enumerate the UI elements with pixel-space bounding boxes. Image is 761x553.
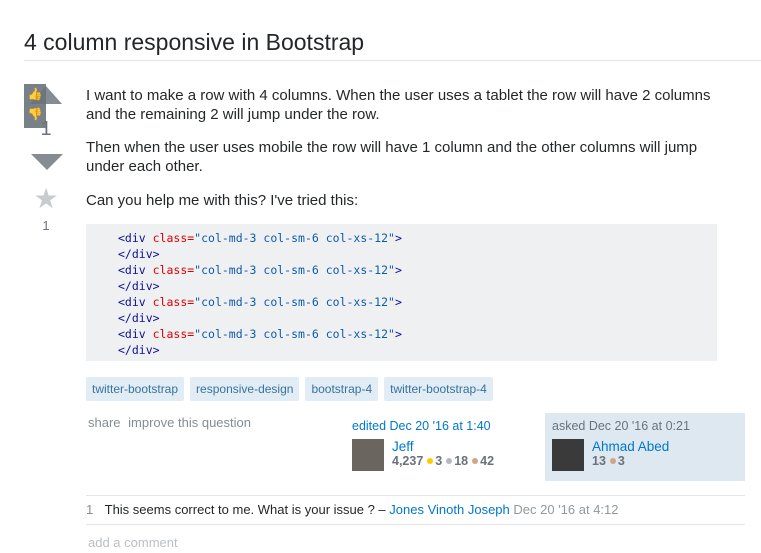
tag[interactable]: bootstrap-4	[305, 377, 379, 401]
code-line: </div>	[118, 279, 160, 293]
code-line: <div class="col-md-3 col-sm-6 col-xs-12"…	[118, 231, 402, 245]
code-line: <div class="col-md-3 col-sm-6 col-xs-12"…	[118, 327, 402, 341]
question-paragraph: Then when the user uses mobile the row w…	[86, 139, 698, 175]
code-block: <div class="col-md-3 col-sm-6 col-xs-12"…	[86, 224, 717, 361]
share-link[interactable]: share	[88, 415, 121, 430]
code-line: <div class="col-md-3 col-sm-6 col-xs-12"…	[118, 295, 402, 309]
owner-reputation: 13 3	[592, 454, 625, 468]
tag[interactable]: responsive-design	[190, 377, 300, 401]
tag[interactable]: twitter-bootstrap-4	[384, 377, 493, 401]
question-paragraph: Can you help me with this? I've tried th…	[86, 192, 359, 209]
gold-badge-icon	[427, 458, 434, 464]
favorite-star-icon[interactable]: ★	[24, 182, 68, 215]
downvote-button[interactable]	[31, 154, 63, 170]
comment-text: This seems correct to me. What is your i…	[104, 502, 386, 517]
bronze-badge-icon	[472, 458, 479, 464]
code-line: </div>	[118, 247, 160, 261]
owner-avatar[interactable]	[552, 439, 584, 471]
owner-signature: asked Dec 20 '16 at 0:21 Ahmad Abed 13 3	[545, 413, 745, 481]
editor-reputation: 4,237 3 18 42	[392, 454, 495, 468]
comment: 1 This seems correct to me. What is your…	[86, 495, 745, 525]
silver-badge-icon	[446, 458, 453, 464]
question-paragraph: I want to make a row with 4 columns. Whe…	[86, 87, 711, 123]
favorite-count: 1	[42, 218, 50, 233]
comment-score: 1	[86, 502, 94, 517]
post-menu: share improve this question	[88, 415, 255, 430]
editor-signature: edited Dec 20 '16 at 1:40 Jeff 4,237 3 18 4…	[352, 419, 532, 471]
comment-user-link[interactable]: Jones Vinoth Joseph	[389, 502, 509, 517]
question-title[interactable]: 4 column responsive in Bootstrap	[24, 29, 364, 56]
owner-name-link[interactable]: Ahmad Abed	[592, 439, 669, 454]
bronze-badge-icon	[609, 458, 616, 464]
editor-avatar[interactable]	[352, 439, 384, 471]
tag-list: twitter-bootstrap responsive-design boot…	[86, 377, 493, 401]
comment-date[interactable]: Dec 20 '16 at 4:12	[513, 502, 618, 517]
divider	[24, 60, 761, 61]
edited-time-link[interactable]: edited Dec 20 '16 at 1:40	[352, 419, 532, 433]
vote-count: 1	[40, 118, 52, 140]
code-line: </div>	[118, 311, 160, 325]
tag[interactable]: twitter-bootstrap	[86, 377, 185, 401]
editor-name-link[interactable]: Jeff	[392, 439, 494, 454]
thumbs-up-icon: 👍	[27, 87, 43, 101]
add-comment-link[interactable]: add a comment	[88, 535, 178, 550]
improve-question-link[interactable]: improve this question	[128, 415, 251, 430]
code-line: <div class="col-md-3 col-sm-6 col-xs-12"…	[118, 263, 402, 277]
code-line: </div>	[118, 343, 160, 357]
asked-time: asked Dec 20 '16 at 0:21	[552, 419, 690, 433]
